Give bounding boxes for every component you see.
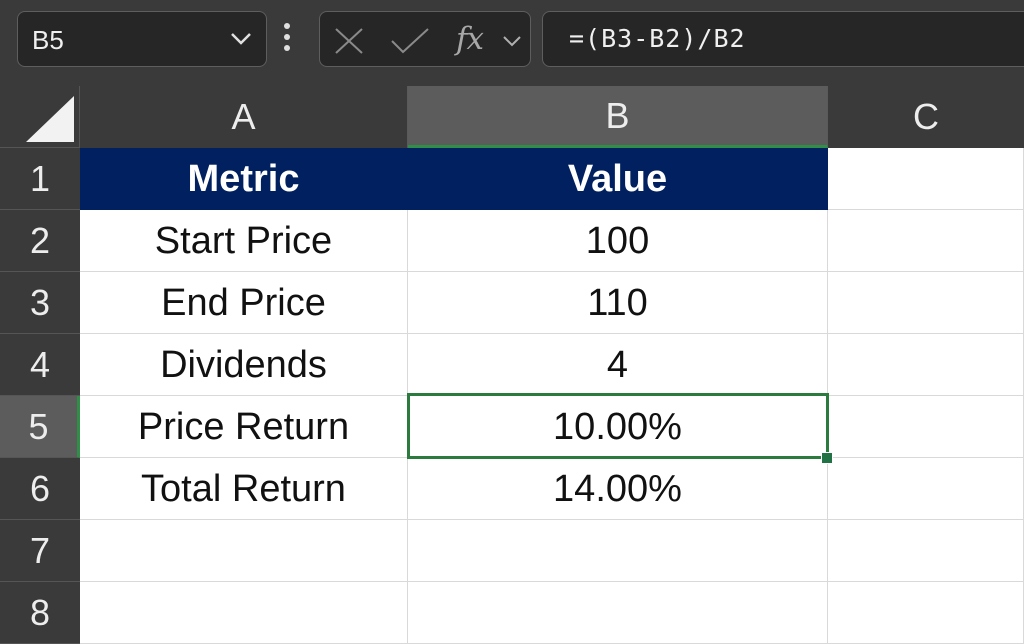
row-header-6[interactable]: 6 bbox=[0, 458, 80, 520]
cell-a7[interactable] bbox=[80, 520, 408, 582]
fx-icon[interactable]: fx bbox=[456, 21, 484, 57]
cell-b6[interactable]: 14.00% bbox=[408, 458, 828, 520]
row-header-2[interactable]: 2 bbox=[0, 210, 80, 272]
column-header-a[interactable]: A bbox=[80, 86, 408, 148]
cell-a4[interactable]: Dividends bbox=[80, 334, 408, 396]
cell-b1[interactable]: Value bbox=[408, 148, 828, 210]
row-header-8[interactable]: 8 bbox=[0, 582, 80, 644]
name-box-value[interactable]: B5 bbox=[32, 25, 64, 56]
cell-c4[interactable] bbox=[828, 334, 1024, 396]
cell-a5[interactable]: Price Return bbox=[80, 396, 408, 458]
cell-c7[interactable] bbox=[828, 520, 1024, 582]
cell-a1[interactable]: Metric bbox=[80, 148, 408, 210]
cell-a2[interactable]: Start Price bbox=[80, 210, 408, 272]
cell-c5[interactable] bbox=[828, 396, 1024, 458]
row-header-7[interactable]: 7 bbox=[0, 520, 80, 582]
fill-handle[interactable] bbox=[821, 452, 833, 464]
cell-a6[interactable]: Total Return bbox=[80, 458, 408, 520]
cell-a8[interactable] bbox=[80, 582, 408, 644]
chevron-down-icon[interactable] bbox=[502, 34, 522, 52]
cell-b3[interactable]: 110 bbox=[408, 272, 828, 334]
row-header-3[interactable]: 3 bbox=[0, 272, 80, 334]
cell-b5[interactable]: 10.00% bbox=[408, 396, 828, 458]
row-header-1[interactable]: 1 bbox=[0, 148, 80, 210]
select-all-triangle-icon bbox=[26, 96, 74, 142]
cell-b7[interactable] bbox=[408, 520, 828, 582]
column-header-b[interactable]: B bbox=[408, 86, 828, 148]
cell-b4[interactable]: 4 bbox=[408, 334, 828, 396]
cell-c3[interactable] bbox=[828, 272, 1024, 334]
cancel-x-icon[interactable] bbox=[334, 27, 364, 60]
cell-c2[interactable] bbox=[828, 210, 1024, 272]
chevron-down-icon[interactable] bbox=[230, 32, 252, 51]
row-header-5[interactable]: 5 bbox=[0, 396, 80, 458]
cell-c8[interactable] bbox=[828, 582, 1024, 644]
enter-check-icon[interactable] bbox=[390, 27, 430, 60]
cell-c1[interactable] bbox=[828, 148, 1024, 210]
select-all-button[interactable] bbox=[0, 86, 80, 148]
cell-b2[interactable]: 100 bbox=[408, 210, 828, 272]
more-vertical-icon[interactable] bbox=[283, 22, 291, 57]
formula-text[interactable]: =(B3-B2)/B2 bbox=[569, 24, 746, 53]
formula-bar: B5 fx =(B3-B2)/B2 bbox=[0, 0, 1024, 86]
cell-b8[interactable] bbox=[408, 582, 828, 644]
column-header-c[interactable]: C bbox=[828, 86, 1024, 148]
cell-a3[interactable]: End Price bbox=[80, 272, 408, 334]
name-box[interactable]: B5 bbox=[17, 11, 267, 67]
formula-actions: fx bbox=[319, 11, 531, 67]
cell-c6[interactable] bbox=[828, 458, 1024, 520]
row-header-4[interactable]: 4 bbox=[0, 334, 80, 396]
formula-input[interactable]: =(B3-B2)/B2 bbox=[542, 11, 1024, 67]
